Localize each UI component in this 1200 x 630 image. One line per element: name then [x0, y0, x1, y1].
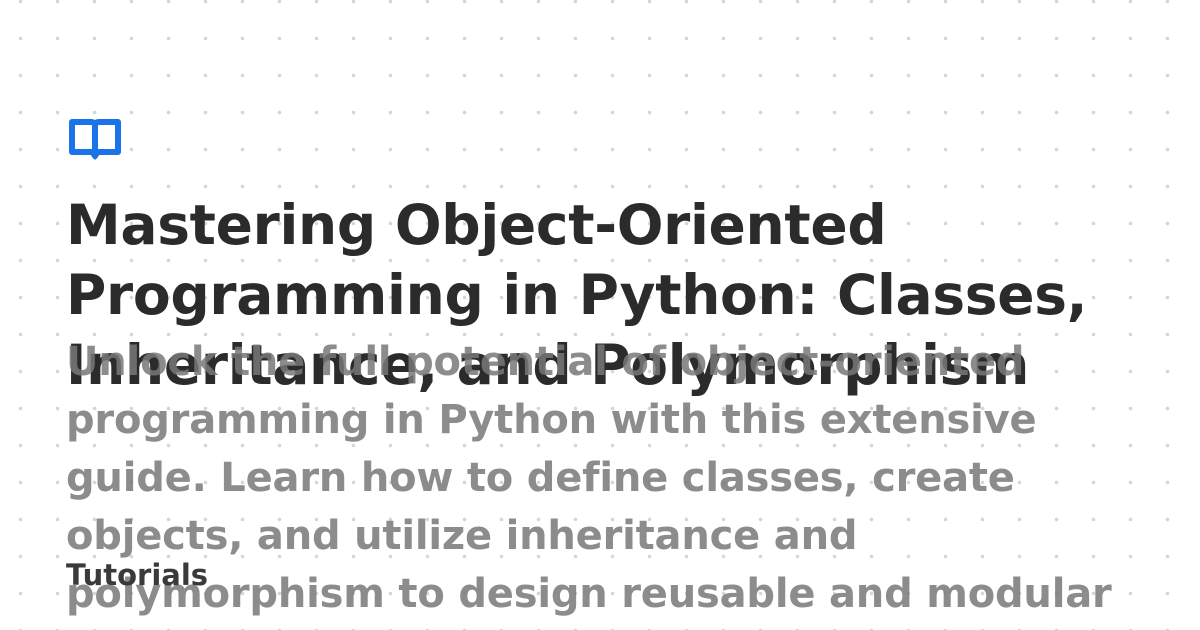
open-book-icon	[68, 118, 122, 162]
category-label: Tutorials	[66, 558, 209, 592]
post-description: Unlock the full potential of object-orie…	[66, 339, 1112, 617]
logo	[68, 118, 122, 162]
social-preview-card: Mastering Object-Oriented Programming in…	[0, 0, 1200, 630]
